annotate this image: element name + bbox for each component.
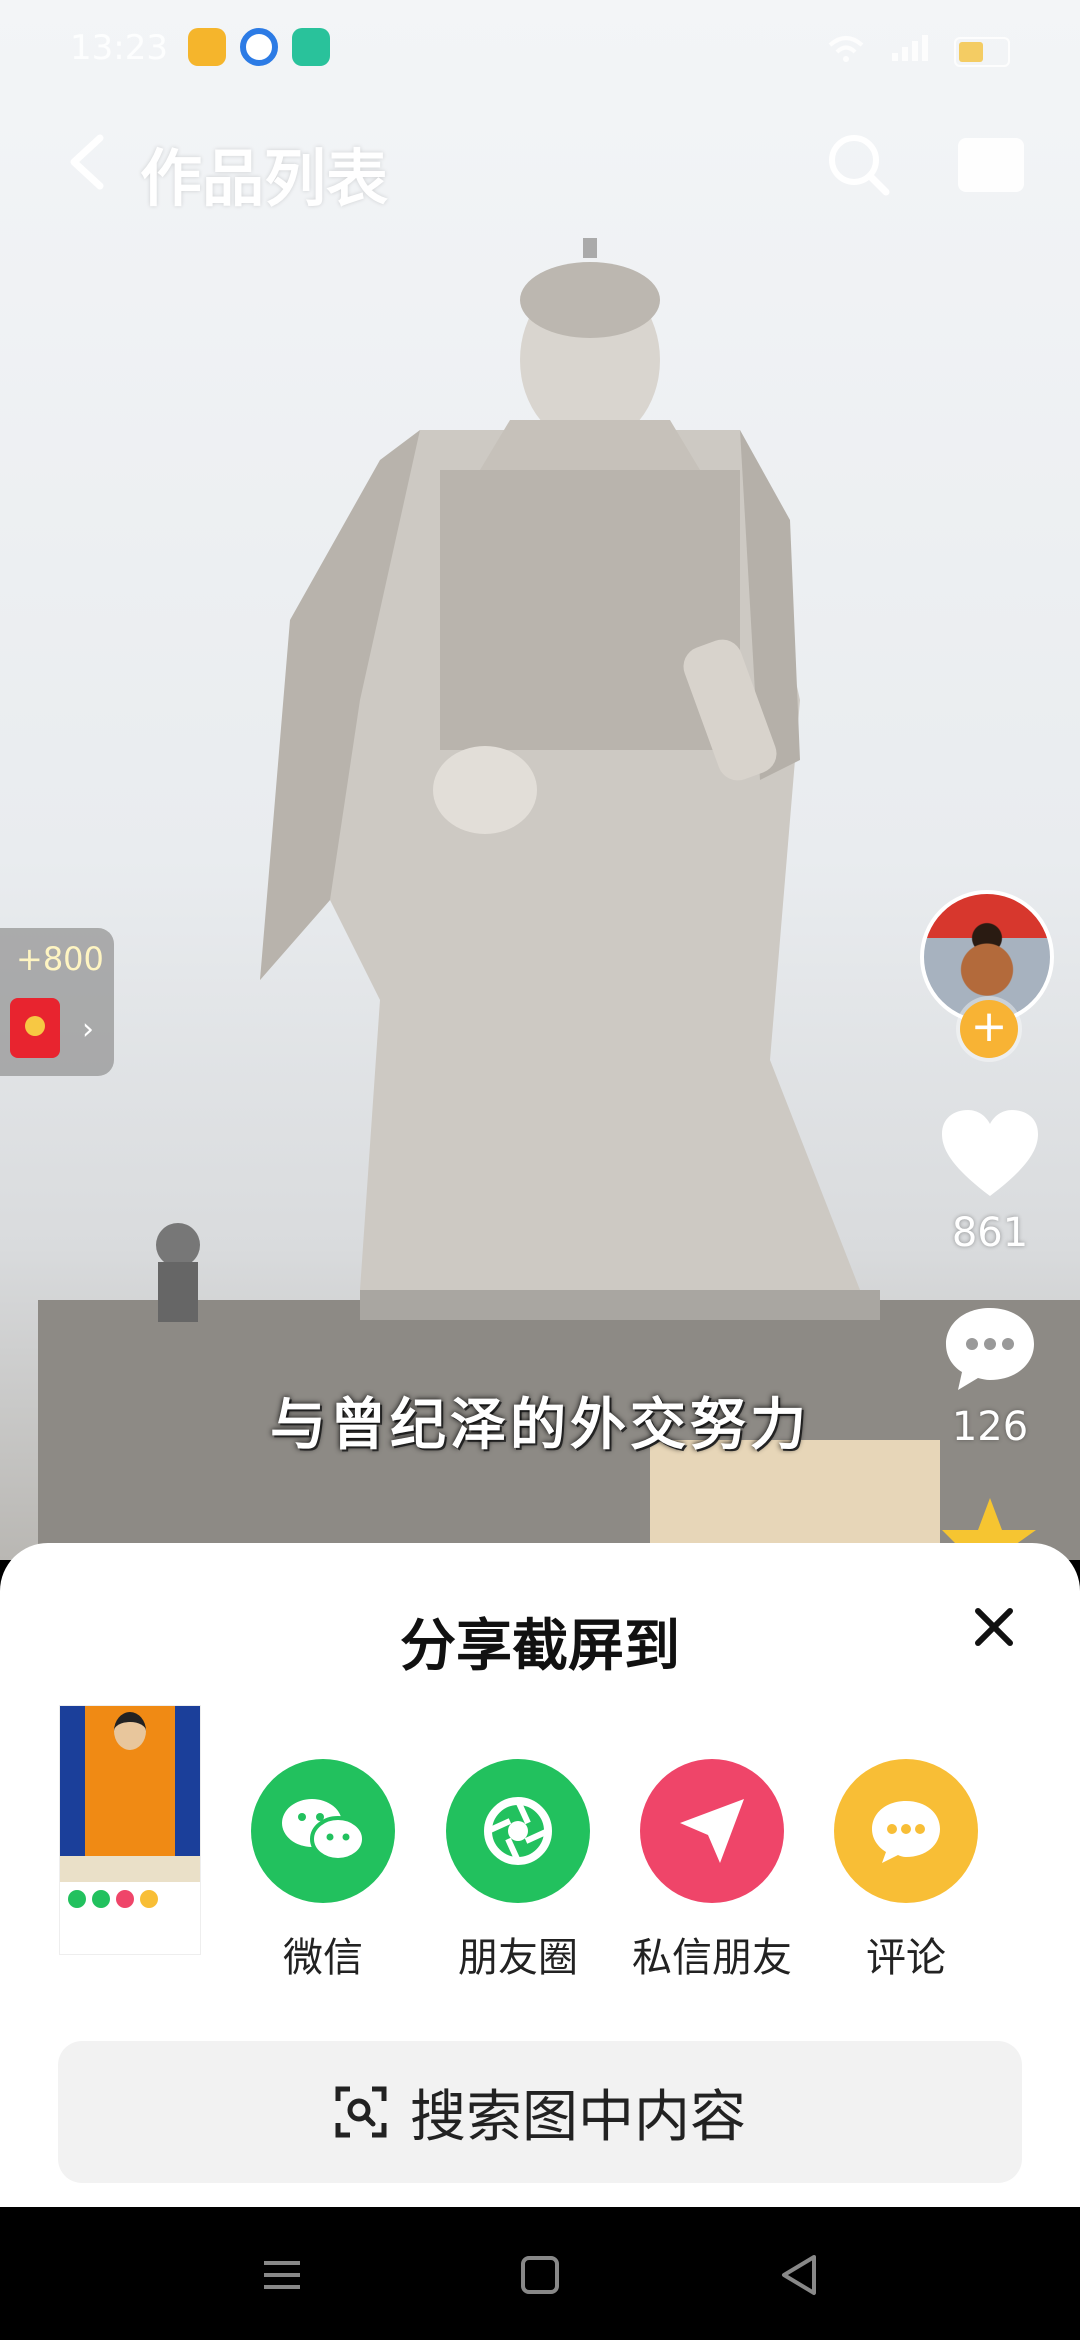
share-wechat-label: 微信 — [283, 1935, 363, 1981]
navigation-bar — [0, 2207, 1080, 2340]
reward-arrow-icon: › — [82, 1012, 94, 1047]
statue-image — [38, 238, 1080, 1560]
chat-app-icon — [292, 28, 330, 66]
comment-bubble-icon — [946, 1308, 1034, 1390]
reward-widget[interactable]: +800 › — [0, 928, 114, 1076]
moments-icon — [446, 1759, 590, 1903]
heart-icon — [942, 1110, 1038, 1196]
browser-app-icon — [240, 28, 278, 66]
like-count: 861 — [951, 1210, 1029, 1256]
share-comment[interactable]: 评论 — [811, 1759, 1001, 1983]
battery-icon — [954, 37, 1010, 67]
sheet-title: 分享截屏到 — [400, 1614, 680, 1679]
scan-search-icon — [335, 2086, 387, 2138]
thumbnail-face — [114, 1712, 146, 1750]
wechat-icon — [251, 1759, 395, 1903]
share-comment-label: 评论 — [866, 1935, 946, 1981]
share-private-message[interactable]: 私信朋友 — [617, 1759, 807, 1983]
rewards-app-icon — [188, 28, 226, 66]
share-sheet: 分享截屏到 微信 朋友圈 私信朋友 评论 搜索图中内容 — [0, 1543, 1080, 2207]
author-avatar-group[interactable]: + — [920, 890, 1060, 1060]
reward-amount: +800 — [16, 940, 104, 978]
share-moments-label: 朋友圈 — [458, 1935, 578, 1981]
status-indicators — [826, 32, 1010, 72]
menu-icon[interactable] — [252, 2245, 312, 2305]
send-icon — [640, 1759, 784, 1903]
status-time: 13:23 — [70, 28, 168, 68]
share-private-message-label: 私信朋友 — [632, 1935, 792, 1981]
search-image-content-button[interactable]: 搜索图中内容 — [58, 2041, 1022, 2183]
comment-icon — [834, 1759, 978, 1903]
top-bar: 作品列表 — [0, 110, 1080, 220]
thumbnail-caption-strip — [60, 1856, 200, 1882]
status-bar: 13:23 — [0, 0, 1080, 96]
comment-count: 126 — [951, 1404, 1029, 1450]
close-icon[interactable] — [970, 1603, 1018, 1651]
screenshot-thumbnail[interactable] — [59, 1705, 201, 1955]
video-subtitle: 与曾纪泽的外交努力 — [270, 1393, 810, 1458]
like-button[interactable]: 861 — [930, 1108, 1050, 1256]
share-wechat[interactable]: 微信 — [228, 1759, 418, 1983]
red-envelope-icon — [10, 998, 60, 1058]
share-moments[interactable]: 朋友圈 — [423, 1759, 613, 1983]
thumbnail-share-icons — [68, 1890, 158, 1908]
back-icon[interactable] — [770, 2245, 830, 2305]
page-title: 作品列表 — [140, 142, 389, 215]
signal-icon — [890, 32, 930, 72]
search-icon[interactable] — [826, 132, 892, 198]
home-icon[interactable] — [510, 2245, 570, 2305]
search-image-content-label: 搜索图中内容 — [410, 2084, 746, 2150]
wifi-icon — [826, 32, 866, 72]
follow-button[interactable]: + — [960, 1000, 1018, 1058]
comment-button[interactable]: 126 — [930, 1304, 1050, 1450]
back-arrow-icon[interactable] — [60, 132, 120, 192]
video-player[interactable] — [0, 0, 1080, 1560]
more-icon[interactable] — [958, 138, 1024, 192]
